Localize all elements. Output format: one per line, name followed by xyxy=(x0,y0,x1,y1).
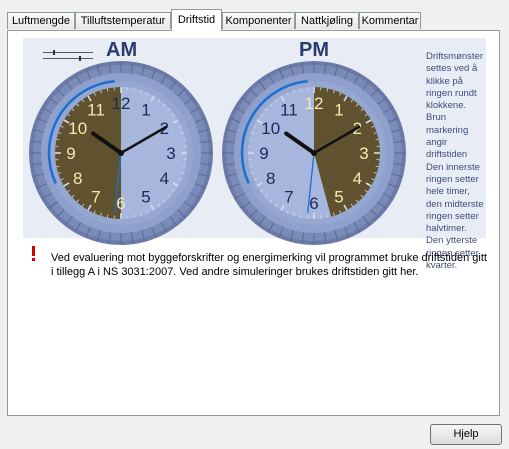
clock-numeral: 8 xyxy=(73,169,82,188)
tab-nattkjoling[interactable]: Nattkjøling xyxy=(295,12,359,29)
tab-driftstid[interactable]: Driftstid xyxy=(171,9,222,31)
tab-kommentar[interactable]: Kommentar xyxy=(359,12,421,29)
tab-luftmengde[interactable]: Luftmengde xyxy=(7,12,75,29)
hand-pivot xyxy=(311,150,317,156)
hand-pivot xyxy=(118,150,124,156)
clock-numeral: 12 xyxy=(305,94,324,113)
clock-numeral: 4 xyxy=(353,169,362,188)
clock-numeral: 3 xyxy=(359,144,368,163)
clock-numeral: 5 xyxy=(334,187,343,206)
clock-numeral: 9 xyxy=(259,144,268,163)
clock-numeral: 3 xyxy=(166,144,175,163)
clock-numeral: 10 xyxy=(261,119,280,138)
warning-text: Ved evaluering mot byggeforskrifter og e… xyxy=(51,252,487,278)
pm-label: PM xyxy=(299,39,329,61)
tab-panel-driftstid: AM PM 121234567891011 121234567891011 Dr… xyxy=(7,30,500,416)
clock-numeral: 11 xyxy=(280,101,298,120)
clock-numeral: 10 xyxy=(68,119,87,138)
clock-numeral: 11 xyxy=(87,101,105,120)
am-clock[interactable]: 121234567891011 xyxy=(28,60,214,246)
am-label: AM xyxy=(106,39,138,61)
clock-numeral: 8 xyxy=(266,169,275,188)
tab-komponenter[interactable]: Komponenter xyxy=(222,12,295,29)
clock-numeral: 5 xyxy=(141,187,150,206)
help-button[interactable]: Hjelp xyxy=(430,424,502,445)
clock-numeral: 7 xyxy=(91,187,100,206)
clock-numeral: 9 xyxy=(66,144,75,163)
clock-numeral: 7 xyxy=(284,187,293,206)
pm-clock[interactable]: 121234567891011 xyxy=(221,60,407,246)
instructions-text: Driftsmønster settes ved å klikke på rin… xyxy=(426,51,484,272)
tab-tilluftstemperatur[interactable]: Tilluftstemperatur xyxy=(75,12,171,29)
clock-numeral: 1 xyxy=(141,101,150,120)
clock-area: AM PM 121234567891011 121234567891011 Dr… xyxy=(23,38,486,271)
clock-numeral: 12 xyxy=(112,94,131,113)
clock-numeral: 6 xyxy=(309,194,318,213)
clock-numeral: 4 xyxy=(160,169,169,188)
clock-numeral: 1 xyxy=(334,101,343,120)
exclamation-icon xyxy=(30,246,36,262)
clock-numeral: 6 xyxy=(116,194,125,213)
